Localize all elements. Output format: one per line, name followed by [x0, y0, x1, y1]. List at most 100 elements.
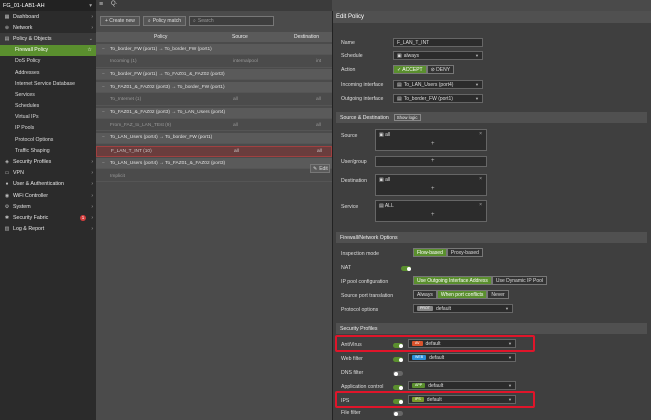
spt-never-button[interactable]: Never: [487, 290, 509, 299]
sidebar-sub-addresses[interactable]: Addresses: [0, 67, 96, 78]
deny-button[interactable]: ⊘ DENY: [426, 65, 455, 74]
proxy-based-button[interactable]: Proxy-based: [446, 248, 483, 257]
policy-match-button[interactable]: ⌕ Policy match: [142, 16, 187, 26]
menu-icon[interactable]: ≡: [99, 1, 103, 8]
incoming-value: To_LAN_Users (port4): [403, 81, 454, 88]
outgoing-select[interactable]: ▤ To_border_FW (port1) ▼: [393, 94, 483, 103]
add-icon[interactable]: +: [431, 141, 435, 147]
star-icon[interactable]: ☆: [87, 47, 92, 53]
add-icon[interactable]: +: [431, 158, 435, 164]
sidebar-item-network[interactable]: ⊕ Network ›: [0, 22, 96, 33]
flow-based-button[interactable]: Flow-based: [413, 248, 447, 257]
incoming-label: Incoming interface: [341, 82, 384, 88]
spt-conflict-button[interactable]: When port conflicts: [436, 290, 488, 299]
collapse-icon[interactable]: −: [102, 85, 105, 90]
nat-toggle[interactable]: [401, 266, 411, 271]
search-icon: ⌕: [193, 18, 196, 24]
edit-button[interactable]: ✎ Edit: [310, 164, 330, 173]
row-source: all: [233, 97, 238, 103]
table-row[interactable]: F_LAN_T_INT (10) all all: [96, 145, 332, 157]
spt-always-button[interactable]: Always: [413, 290, 437, 299]
sidebar-item-policy-objects[interactable]: ▤ Policy & Objects ⌄: [0, 33, 96, 45]
name-input[interactable]: F_LAN_T_INT: [393, 38, 483, 47]
collapse-icon[interactable]: −: [102, 135, 105, 140]
app-toggle[interactable]: [393, 385, 403, 390]
add-icon[interactable]: +: [431, 186, 435, 192]
table-group-row[interactable]: − To_FAZ01_&_FAZ02 (port3) → To_LAN_Users…: [96, 107, 332, 119]
incoming-select[interactable]: ▤ To_LAN_Users (port4) ▼: [393, 80, 483, 89]
destination-entry: ▣ all: [379, 177, 390, 183]
create-new-button[interactable]: + Create new: [100, 16, 140, 26]
col-destination[interactable]: Destination: [294, 34, 319, 40]
schedule-select[interactable]: ▣ always ▼: [393, 51, 483, 60]
table-row[interactable]: From_FAZ_to_LAN_TEst (9) all all: [96, 120, 332, 132]
sidebar-sub-services[interactable]: Services: [0, 89, 96, 100]
show-logic-button[interactable]: Show logic: [393, 114, 421, 121]
vpn-icon: ▭: [4, 170, 10, 177]
collapse-icon[interactable]: −: [102, 161, 105, 166]
sidebar-item-label: VPN: [13, 170, 24, 177]
sidebar-item-log-report[interactable]: ▥ Log & Report ›: [0, 224, 96, 235]
web-select[interactable]: WEB default ▼: [408, 353, 516, 362]
sidebar-item-wifi[interactable]: ◉ WiFi Controller ›: [0, 190, 96, 201]
col-policy[interactable]: Policy: [154, 34, 167, 40]
table-row[interactable]: Implicit: [96, 171, 332, 182]
device-name: FG_01-LAB1-AH: [3, 2, 45, 9]
accept-button[interactable]: ✓ ACCEPT: [393, 65, 427, 74]
use-dynamic-pool-button[interactable]: Use Dynamic IP Pool: [491, 276, 548, 285]
sidebar-item-user-auth[interactable]: ● User & Authentication ›: [0, 179, 96, 190]
table-row[interactable]: Incoming (1) internalpool int: [96, 57, 332, 68]
destination-box[interactable]: ▣ all × +: [375, 174, 487, 196]
chevron-right-icon: ›: [91, 214, 93, 221]
edit-icon: ✎: [313, 165, 318, 172]
sidebar-item-system[interactable]: ⚙ System ›: [0, 201, 96, 212]
notification-badge: 1: [80, 214, 86, 221]
table-group-row[interactable]: − To_LAN_Users (port4) → To_FAZ01_&_FAZ02…: [96, 158, 332, 170]
proto-select[interactable]: PROT default ▼: [413, 304, 513, 313]
ippool-label: IP pool configuration: [341, 279, 389, 285]
sidebar-sub-virtual-ips[interactable]: Virtual IPs: [0, 112, 96, 123]
sidebar-sub-schedules[interactable]: Schedules: [0, 101, 96, 112]
sidebar-item-label: Dashboard: [13, 13, 39, 20]
sidebar-item-dashboard[interactable]: ▦ Dashboard ›: [0, 11, 96, 22]
sidebar-item-security-profiles[interactable]: ◈ Security Profiles ›: [0, 156, 96, 167]
table-group-row[interactable]: − To_border_FW (port1) → To_FAZ01_&_FAZ02…: [96, 69, 332, 81]
table-group-row[interactable]: − To_border_FW (port1) → To_border_FW (po…: [96, 44, 332, 55]
sidebar-sub-protocol-options[interactable]: Protocol Options: [0, 134, 96, 145]
dns-toggle[interactable]: [393, 371, 403, 376]
caret-down-icon: ▼: [508, 383, 512, 388]
sidebar-sub-firewall-policy[interactable]: Firewall Policy ☆: [0, 44, 96, 56]
sidebar-sub-dos-policy[interactable]: DoS Policy: [0, 56, 96, 67]
chevron-right-icon: ›: [91, 170, 93, 177]
table-row[interactable]: To_Internet (1) all all: [96, 95, 332, 106]
sidebar-item-security-fabric[interactable]: ✱ Security Fabric 1 ›: [0, 212, 96, 223]
security-icon: ◈: [5, 159, 9, 166]
add-icon[interactable]: +: [431, 212, 435, 218]
remove-icon[interactable]: ×: [479, 176, 482, 182]
collapse-icon[interactable]: −: [102, 47, 105, 52]
device-selector[interactable]: FG_01-LAB1-AH ▾: [0, 0, 96, 11]
sidebar-sub-isdb[interactable]: Internet Service Database: [0, 78, 96, 89]
usergroup-box[interactable]: +: [375, 156, 487, 167]
search-icon[interactable]: Q·: [111, 1, 118, 7]
section-firewall-network: Firewall/Network Options: [336, 232, 647, 243]
table-group-row[interactable]: − To_LAN_Users (port4) → To_border_FW (po…: [96, 132, 332, 144]
service-box[interactable]: ▤ ALL × +: [375, 200, 487, 222]
collapse-icon[interactable]: −: [102, 72, 105, 77]
col-source[interactable]: Source: [232, 34, 248, 40]
name-label: Name: [341, 40, 355, 46]
sidebar-sub-ip-pools[interactable]: IP Pools: [0, 123, 96, 134]
sidebar-item-vpn[interactable]: ▭ VPN ›: [0, 168, 96, 179]
file-toggle[interactable]: [393, 411, 403, 416]
use-outgoing-button[interactable]: Use Outgoing Interface Address: [413, 276, 492, 285]
web-toggle[interactable]: [393, 357, 403, 362]
remove-icon[interactable]: ×: [479, 202, 482, 208]
remove-icon[interactable]: ×: [479, 131, 482, 137]
table-group-row[interactable]: − To_FAZ01_&_FAZ02 (port3) → To_border_FW…: [96, 82, 332, 94]
app-select[interactable]: APP default ▼: [408, 381, 516, 390]
row-policy: From_FAZ_to_LAN_TEst (9): [110, 122, 172, 128]
source-box[interactable]: ▣ all × +: [375, 129, 487, 151]
sidebar-sub-traffic-shaping[interactable]: Traffic Shaping: [0, 145, 96, 156]
collapse-icon[interactable]: −: [102, 110, 105, 115]
search-input[interactable]: ⌕ Search: [189, 16, 275, 26]
